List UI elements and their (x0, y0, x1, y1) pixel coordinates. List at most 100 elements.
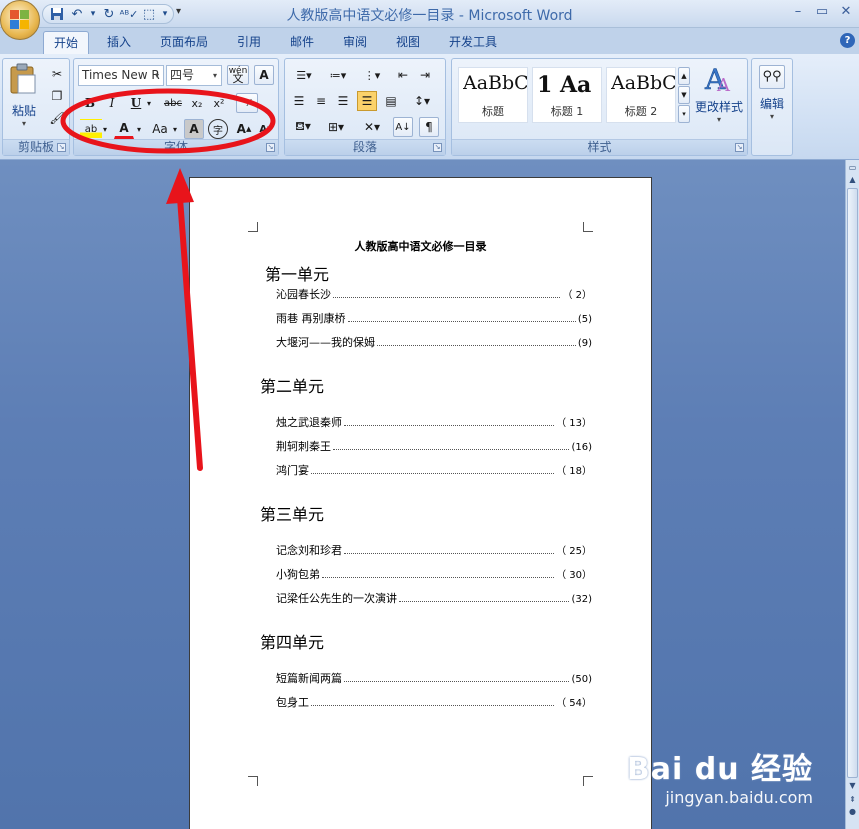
tab-insert[interactable]: 插入 (96, 31, 142, 54)
style-card-heading1[interactable]: 1 Aa 标题 1 (532, 67, 602, 123)
toc-leader (377, 337, 576, 346)
chinese-layout-icon[interactable]: ✕▾ (357, 117, 387, 137)
toc-entry: 包身工 （ 54） (276, 694, 592, 710)
previous-page-icon[interactable]: ⇞ (847, 794, 858, 806)
font-size-combo[interactable]: 四号 ▾ (166, 65, 222, 86)
align-center-icon[interactable]: ≡ (311, 91, 331, 111)
maximize-icon[interactable]: ▭ (815, 4, 829, 19)
style-sample: AaBbC (463, 72, 527, 94)
copy-icon[interactable]: ❐ (47, 86, 67, 106)
highlight-button[interactable]: ab (80, 119, 102, 139)
vertical-scrollbar[interactable]: ▭ ▲ ▼ ⇞ ● (845, 160, 859, 829)
paragraph-group-label: 段落 (285, 139, 445, 155)
watermark-url: jingyan.baidu.com (665, 788, 813, 807)
tab-home[interactable]: 开始 (43, 31, 89, 54)
help-icon[interactable]: ? (840, 33, 855, 48)
increase-indent-icon[interactable]: ⇥ (415, 65, 435, 85)
scroll-thumb[interactable] (847, 188, 858, 778)
style-card-heading2[interactable]: AaBbC 标题 2 (606, 67, 676, 123)
multilevel-list-icon[interactable]: ⋮▾ (357, 65, 387, 85)
underline-button[interactable]: U (126, 93, 146, 113)
font-name-combo[interactable]: Times New R ▾ (78, 65, 164, 86)
underline-dropdown-icon[interactable]: ▾ (144, 93, 154, 113)
tab-page-layout[interactable]: 页面布局 (152, 31, 216, 54)
editing-dropdown-icon[interactable]: ▾ (752, 112, 792, 121)
crop-mark (248, 222, 258, 232)
toc-entry-page: （ 54） (556, 698, 592, 709)
tab-developer[interactable]: 开发工具 (438, 31, 508, 54)
grow-font-button[interactable]: A ▲ (234, 119, 254, 139)
style-card-title[interactable]: AaBbC 标题 (458, 67, 528, 123)
styles-more-icon[interactable]: ▾ (678, 105, 690, 123)
phonetic-guide-base: 文 (232, 72, 244, 85)
tab-mailings[interactable]: 邮件 (279, 31, 325, 54)
phonetic-guide-button[interactable]: wén 文 (227, 65, 249, 85)
align-right-icon[interactable]: ☰ (333, 91, 353, 111)
toc-entry: 短篇新闻两篇 (50) (276, 670, 592, 686)
justify-icon[interactable]: ☰ (357, 91, 377, 111)
scroll-up-icon[interactable]: ▲ (847, 174, 858, 186)
paste-button[interactable]: 粘贴 ▾ (9, 63, 39, 128)
style-name: 标题 1 (550, 105, 584, 118)
font-color-button[interactable]: A (114, 119, 134, 139)
unit-heading: 第四单元 (260, 633, 325, 652)
editing-button[interactable]: ⚲⚲ 编辑 ▾ (752, 65, 792, 121)
paste-dropdown-icon[interactable]: ▾ (9, 119, 39, 128)
scroll-down-icon[interactable]: ▼ (847, 780, 858, 792)
bold-button[interactable]: B (80, 93, 100, 113)
case-dropdown-icon[interactable]: ▾ (170, 119, 180, 139)
enclose-characters-button[interactable]: 字 (208, 119, 228, 139)
font-color-dropdown-icon[interactable]: ▾ (134, 119, 144, 139)
document-page[interactable]: 人教版高中语文必修一目录 第一单元 沁园春长沙 （ 2） 雨巷 再别康桥 (5) 大… (189, 177, 652, 829)
styles-scroll-down-icon[interactable]: ▼ (678, 86, 690, 104)
numbering-icon[interactable]: ≔▾ (323, 65, 353, 85)
tab-view[interactable]: 视图 (385, 31, 431, 54)
toc-entry-page: （ 18） (556, 466, 592, 477)
line-spacing-icon[interactable]: ↕▾ (407, 91, 437, 111)
superscript-button[interactable]: x² (209, 93, 229, 113)
font-launcher-icon[interactable]: ↘ (266, 143, 275, 152)
select-browse-object-icon[interactable]: ● (847, 806, 858, 818)
strikethrough-button[interactable]: abc (160, 93, 186, 113)
style-name: 标题 (482, 105, 504, 118)
subscript-button[interactable]: x₂ (187, 93, 207, 113)
styles-group: AaBbC 标题 1 Aa 标题 1 AaBbC 标题 2 ▲ ▼ ▾ A A … (451, 58, 748, 156)
distributed-icon[interactable]: ▤ (381, 91, 401, 111)
character-shading-button[interactable]: A (184, 119, 204, 139)
clear-formatting-button[interactable]: A (254, 65, 274, 85)
toc-entry-title: 鸿门宴 (276, 464, 309, 477)
change-styles-dropdown-icon[interactable]: ▾ (692, 115, 746, 124)
toc-entry-page: (50) (571, 674, 592, 685)
clipboard-launcher-icon[interactable]: ↘ (57, 143, 66, 152)
toc-leader (347, 313, 576, 322)
italic-button[interactable]: I (102, 93, 122, 113)
decrease-indent-icon[interactable]: ⇤ (393, 65, 413, 85)
close-icon[interactable]: ✕ (839, 4, 853, 19)
borders-icon[interactable]: ⊞▾ (321, 117, 351, 137)
font-size-value: 四号 (170, 68, 195, 82)
minimize-icon[interactable]: – (791, 4, 805, 19)
styles-launcher-icon[interactable]: ↘ (735, 143, 744, 152)
sort-icon[interactable]: A↓ (393, 117, 413, 137)
shading-icon[interactable]: ⛾▾ (289, 117, 317, 137)
title-bar: ↶ ▾ ↻ ᴬᴮ✓ ⬚ ▾ ▾ 人教版高中语文必修一目录 - Microsoft… (0, 0, 859, 40)
change-styles-button[interactable]: A A 更改样式 ▾ (692, 63, 746, 133)
tab-review[interactable]: 审阅 (332, 31, 378, 54)
change-case-button[interactable]: ᴬ⁄ (236, 93, 258, 113)
shrink-font-button[interactable]: A ▼ (256, 119, 276, 139)
styles-scroll-up-icon[interactable]: ▲ (678, 67, 690, 85)
tab-references[interactable]: 引用 (226, 31, 272, 54)
paragraph-launcher-icon[interactable]: ↘ (433, 143, 442, 152)
crop-mark (583, 776, 593, 786)
format-painter-icon[interactable]: 🖌 (47, 108, 67, 128)
toc-entry-title: 沁园春长沙 (276, 288, 331, 301)
align-left-icon[interactable]: ☰ (289, 91, 309, 111)
highlight-dropdown-icon[interactable]: ▾ (100, 119, 110, 139)
office-button[interactable] (0, 0, 40, 40)
cut-icon[interactable]: ✂ (47, 64, 67, 84)
bullets-icon[interactable]: ☰▾ (289, 65, 319, 85)
show-marks-icon[interactable]: ¶ (419, 117, 439, 137)
toc-entry: 荆轲刺秦王 (16) (276, 438, 592, 454)
ruler-toggle-icon[interactable]: ▭ (847, 162, 858, 174)
change-case-aa-button[interactable]: Aa (148, 119, 172, 139)
